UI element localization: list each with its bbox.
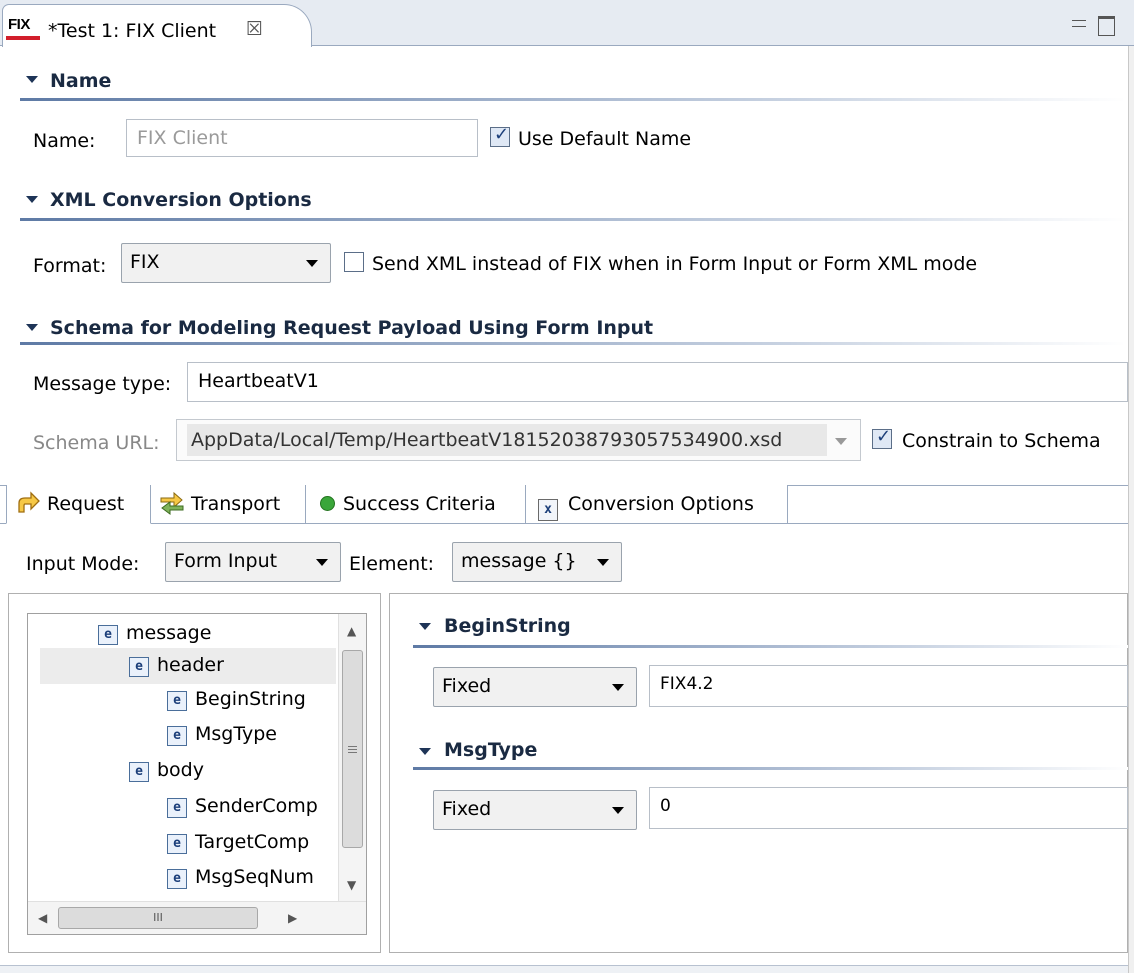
scroll-left-icon[interactable]: ◀ xyxy=(38,911,47,925)
format-select[interactable]: FIX xyxy=(121,243,331,283)
tree-node-body[interactable]: e body xyxy=(129,759,204,782)
scroll-thumb[interactable]: III xyxy=(58,907,258,929)
msgtype-value-input[interactable]: 0 xyxy=(649,787,1128,829)
constrain-to-schema-checkbox[interactable]: ✓ xyxy=(872,426,892,449)
tab-label: Transport xyxy=(191,493,281,515)
msgtype-mode-select[interactable]: Fixed xyxy=(433,790,637,830)
chevron-down-icon xyxy=(612,807,624,814)
scroll-up-icon[interactable]: ▲ xyxy=(347,624,356,638)
tree-node-header[interactable]: e header xyxy=(129,654,224,677)
tree-node-msgseqnum[interactable]: e MsgSeqNum xyxy=(167,866,337,894)
section-title-schema[interactable]: Schema for Modeling Request Payload Usin… xyxy=(50,317,653,339)
input-mode-select[interactable]: Form Input xyxy=(165,542,341,582)
send-xml-label[interactable]: Send XML instead of FIX when in Form Inp… xyxy=(372,253,977,275)
tab-conversion-options[interactable]: x Conversion Options xyxy=(526,485,788,523)
format-label: Format: xyxy=(33,255,107,277)
chevron-down-icon xyxy=(597,559,609,566)
field-title-msgtype[interactable]: MsgType xyxy=(444,739,537,761)
input-mode-value: Form Input xyxy=(174,550,278,572)
element-label: Element: xyxy=(349,553,435,575)
msgtype-mode-value: Fixed xyxy=(442,798,492,820)
element-icon: e xyxy=(167,691,187,711)
collapse-triangle-icon[interactable] xyxy=(419,748,431,755)
tab-label: Conversion Options xyxy=(568,493,754,515)
tree-horizontal-scrollbar[interactable]: ◀ III ▶ xyxy=(28,901,366,934)
scroll-thumb[interactable] xyxy=(342,650,363,848)
tab-label: Success Criteria xyxy=(343,493,496,515)
tab-folder-rule xyxy=(0,523,1128,524)
transport-arrows-icon xyxy=(160,491,184,515)
element-icon: e xyxy=(167,726,187,746)
chevron-down-icon xyxy=(306,260,318,267)
maximize-icon[interactable] xyxy=(1098,16,1115,36)
beginstring-mode-select[interactable]: Fixed xyxy=(433,667,637,707)
use-default-name-checkbox[interactable]: ✓ xyxy=(490,124,510,147)
close-icon[interactable]: ☒ xyxy=(246,18,263,40)
bottom-edge xyxy=(0,965,1128,973)
request-arrow-icon xyxy=(18,491,40,513)
fix-badge-underline xyxy=(6,36,40,40)
minimize-icon[interactable] xyxy=(1072,20,1086,27)
tab-label: Request xyxy=(47,493,125,515)
collapse-triangle-icon[interactable] xyxy=(26,76,38,83)
section-divider xyxy=(20,342,1126,345)
message-type-input[interactable]: HeartbeatV1 xyxy=(187,362,1128,402)
element-tree[interactable]: e message e header e BeginString e MsgType e… xyxy=(27,613,367,935)
schema-url-label: Schema URL: xyxy=(33,432,160,454)
beginstring-value-input[interactable]: FIX4.2 xyxy=(649,665,1128,707)
send-xml-checkbox[interactable] xyxy=(344,252,364,272)
element-icon: e xyxy=(98,625,118,645)
section-divider xyxy=(413,767,1128,770)
element-icon: e xyxy=(129,657,149,677)
vertical-scroll-edge[interactable] xyxy=(1128,46,1134,973)
beginstring-mode-value: Fixed xyxy=(442,675,492,697)
section-divider xyxy=(413,645,1128,648)
checkmark-icon: ✓ xyxy=(876,426,892,447)
input-mode-label: Input Mode: xyxy=(26,553,140,575)
editor-tab-title: *Test 1: FIX Client xyxy=(48,20,217,42)
tree-node-message[interactable]: e message xyxy=(98,622,211,645)
tree-vertical-scrollbar[interactable]: ▲ ▼ xyxy=(338,614,366,901)
conversion-x-icon: x xyxy=(538,499,558,521)
element-select[interactable]: message {} xyxy=(452,542,622,582)
chevron-down-icon xyxy=(835,438,847,445)
format-select-value: FIX xyxy=(130,251,160,273)
tree-node-targetcomp[interactable]: e TargetComp xyxy=(167,831,337,854)
tab-request[interactable]: Request xyxy=(6,485,151,524)
collapse-triangle-icon[interactable] xyxy=(419,623,431,630)
name-label: Name: xyxy=(33,130,96,152)
collapse-triangle-icon[interactable] xyxy=(26,324,38,331)
scroll-down-icon[interactable]: ▼ xyxy=(347,878,356,892)
name-input[interactable]: FIX Client xyxy=(126,119,478,157)
element-icon: e xyxy=(167,834,187,854)
field-title-beginstring[interactable]: BeginString xyxy=(444,615,571,637)
fix-badge-icon: FIX xyxy=(8,16,30,33)
tree-node-beginstring[interactable]: e BeginString xyxy=(167,688,337,711)
element-icon: e xyxy=(167,869,187,889)
section-title-name[interactable]: Name xyxy=(50,70,111,92)
chevron-down-icon xyxy=(612,684,624,691)
section-divider xyxy=(20,218,1126,221)
checkmark-icon: ✓ xyxy=(494,124,510,145)
tree-node-sendercomp[interactable]: e SenderComp xyxy=(167,795,337,818)
tab-success-criteria[interactable]: Success Criteria xyxy=(306,485,526,523)
element-value: message {} xyxy=(461,550,577,572)
section-divider xyxy=(20,98,1126,101)
element-icon: e xyxy=(129,762,149,782)
message-type-label: Message type: xyxy=(33,373,172,395)
scroll-right-icon[interactable]: ▶ xyxy=(288,911,297,925)
schema-url-value: AppData/Local/Temp/HeartbeatV18152038793… xyxy=(187,424,827,456)
green-dot-icon xyxy=(320,496,335,511)
tree-node-msgtype[interactable]: e MsgType xyxy=(167,723,277,746)
chevron-down-icon xyxy=(316,559,328,566)
element-icon: e xyxy=(167,798,187,818)
collapse-triangle-icon[interactable] xyxy=(26,196,38,203)
use-default-name-label[interactable]: Use Default Name xyxy=(518,128,691,150)
schema-url-combo[interactable]: AppData/Local/Temp/HeartbeatV18152038793… xyxy=(176,419,861,461)
section-title-xml-conversion[interactable]: XML Conversion Options xyxy=(50,189,312,211)
tab-transport[interactable]: Transport xyxy=(151,485,306,523)
constrain-to-schema-label[interactable]: Constrain to Schema xyxy=(902,430,1101,452)
